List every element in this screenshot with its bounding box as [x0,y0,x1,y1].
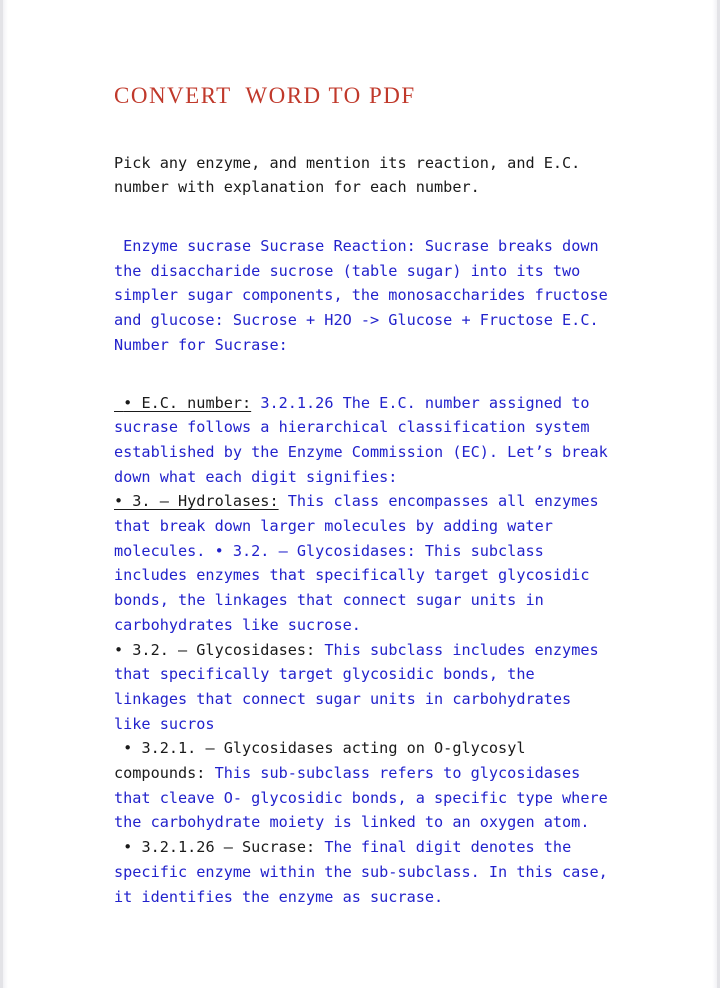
hydrolases-body: This class encompasses all enzymes that … [114,492,608,634]
document-content: CONVERT WORD TO PDF Pick any enzyme, and… [114,0,614,909]
paragraph-glycosidases-o-glycosyl: • 3.2.1. – Glycosidases acting on O-glyc… [114,736,614,835]
paragraph-enzyme-reaction: Enzyme sucrase Sucrase Reaction: Sucrase… [114,237,617,354]
sucrase-label: • 3.2.1.26 – Sucrase: [114,838,316,857]
paragraph-glycosidases-subclass: • 3.2. – Glycosidases: This subclass inc… [114,638,614,737]
paragraph-intro: Pick any enzyme, and mention its reactio… [114,153,590,197]
document-page: CONVERT WORD TO PDF Pick any enzyme, and… [0,0,720,988]
paragraph-ec-number: • E.C. number: 3.2.1.26 The E.C. number … [114,391,614,490]
paragraph-sucrase: • 3.2.1.26 – Sucrase: The final digit de… [114,835,614,909]
glycosidases-subclass-label: • 3.2. – Glycosidases: [114,640,316,659]
page-title: CONVERT WORD TO PDF [114,83,416,108]
hydrolases-label: • 3. – Hydrolases: [114,492,279,511]
paragraph-hydrolases: • 3. – Hydrolases: This class encompasse… [114,489,614,637]
ec-number-label: • E.C. number: [114,393,252,412]
